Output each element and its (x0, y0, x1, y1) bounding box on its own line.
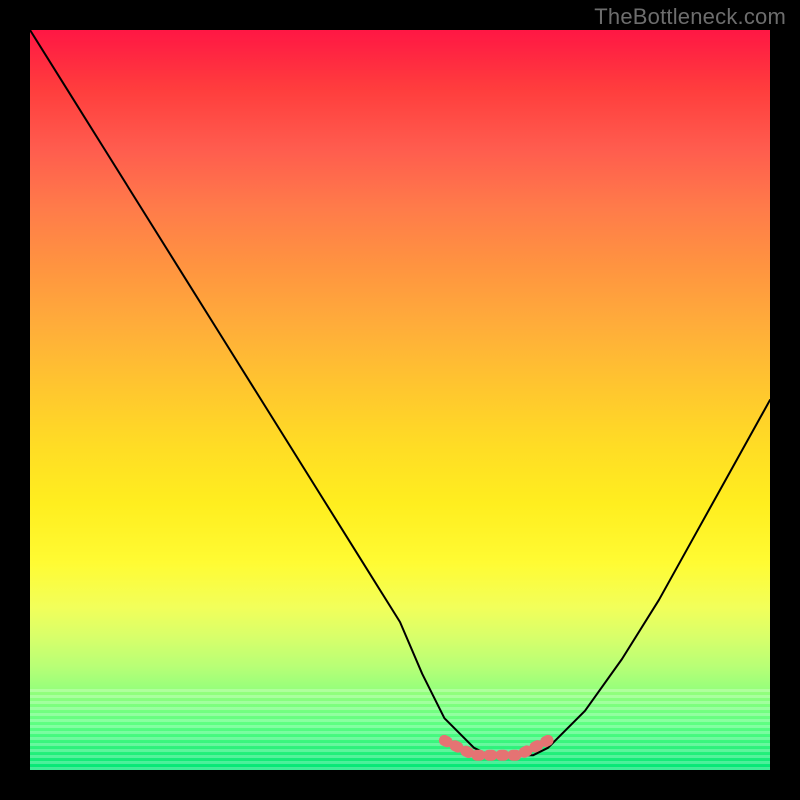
optimal-zone-highlight (444, 740, 548, 755)
curve-svg (30, 30, 770, 770)
bottleneck-curve (30, 30, 770, 755)
watermark-text: TheBottleneck.com (594, 4, 786, 30)
plot-area (30, 30, 770, 770)
chart-frame: TheBottleneck.com (0, 0, 800, 800)
